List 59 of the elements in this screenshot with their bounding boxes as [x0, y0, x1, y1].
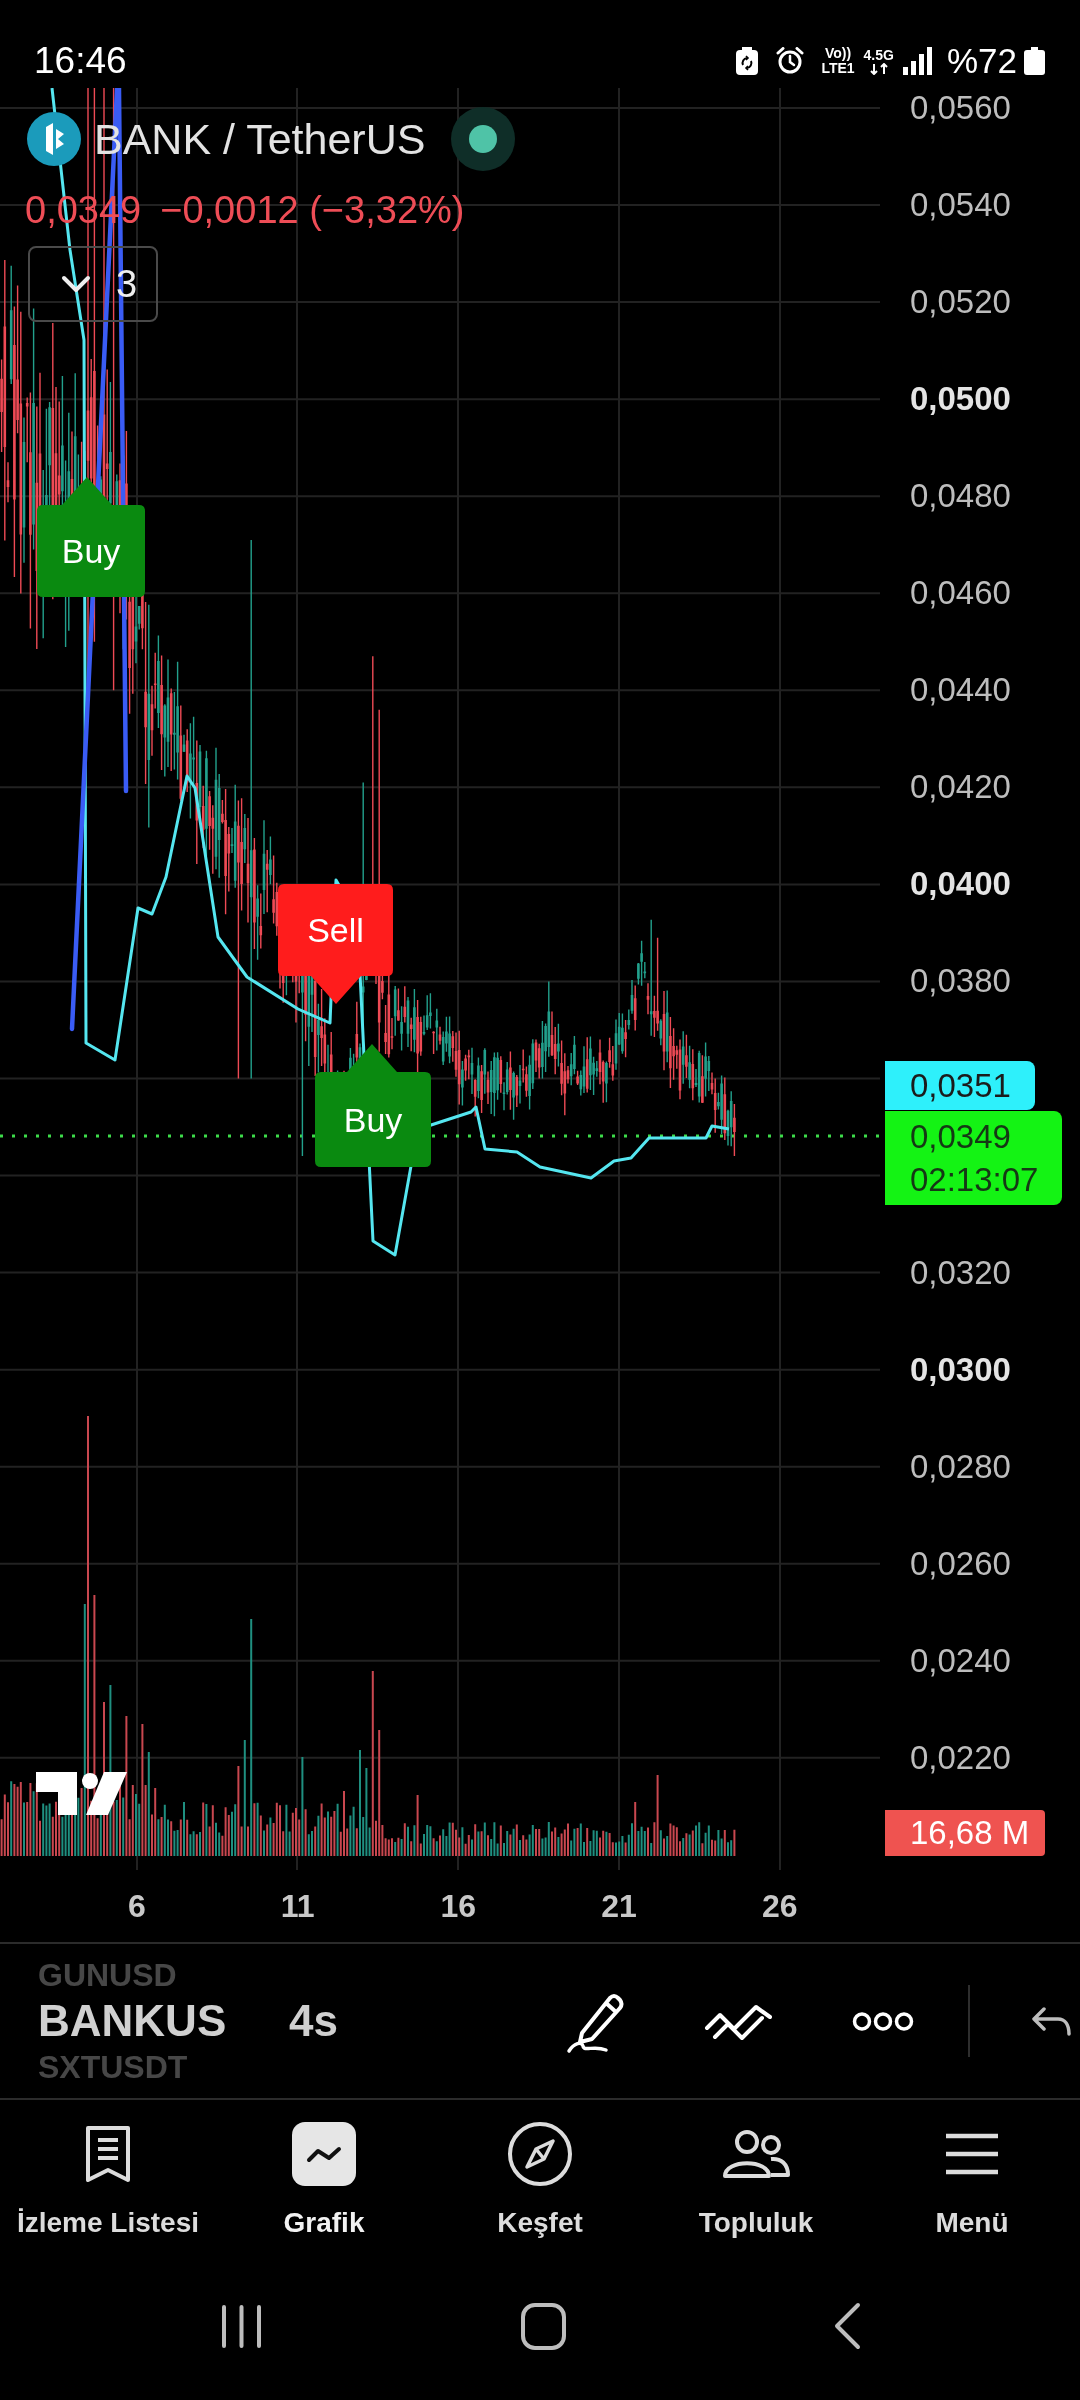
- network-type-label: 4.5G: [863, 47, 894, 63]
- nav-tab[interactable]: Menü: [864, 2100, 1080, 2241]
- volume-tag: 16,68 M: [885, 1809, 1046, 1856]
- last-price-value: 0,0349: [910, 1116, 1012, 1157]
- interval-button[interactable]: 4s: [289, 1993, 338, 2049]
- time-label: 6: [128, 1888, 146, 1924]
- menu-icon: [944, 2132, 1000, 2176]
- volte-label: Vo)): [824, 46, 852, 61]
- time-label: 16: [440, 1888, 477, 1924]
- battery-saver-icon: [735, 47, 760, 75]
- status-time: 16:46: [34, 41, 127, 81]
- battery-icon: [1024, 47, 1045, 75]
- alarm-icon: [776, 47, 805, 75]
- price-label: 0,0440: [910, 670, 1011, 711]
- compass-icon: [507, 2121, 573, 2187]
- price-label: 0,0460: [910, 573, 1011, 614]
- price-label: 0,0520: [910, 282, 1011, 323]
- battery-percent: %72: [946, 41, 1017, 81]
- price-label: 0,0320: [910, 1252, 1011, 1293]
- price-label: 0,0540: [910, 185, 1011, 226]
- price-label: 0,0480: [910, 476, 1011, 517]
- price-label: 0,0260: [910, 1543, 1011, 1584]
- sell-signal: Sell: [278, 884, 393, 1004]
- price-label: 0,0560: [910, 88, 1011, 128]
- price-label: 0,0240: [910, 1640, 1011, 1681]
- price-change: −0,0012 (−3,32%): [160, 190, 465, 230]
- price-label: 0,0220: [910, 1737, 1011, 1778]
- price-tag: 0,0351: [885, 1060, 1035, 1110]
- more-icon[interactable]: [851, 2010, 914, 2032]
- price-label: 0,0500: [910, 379, 1011, 420]
- lte-label: LTE1: [821, 61, 855, 76]
- buy-signal: Buy: [315, 1044, 431, 1167]
- buy-signal: Buy: [37, 477, 145, 597]
- data-arrows-icon: [868, 62, 889, 75]
- signal-icon: [902, 47, 932, 75]
- bookmark-list-icon: [84, 2124, 132, 2184]
- chart-icon: [292, 2122, 356, 2186]
- logo-icon: [36, 1772, 127, 1815]
- back-icon[interactable]: [833, 2302, 861, 2350]
- nav-tab[interactable]: İzleme Listesi: [0, 2100, 216, 2241]
- nav-tab[interactable]: Keşfet: [432, 2100, 648, 2241]
- countdown-timer: 02:13:07: [910, 1159, 1039, 1200]
- time-label: 26: [761, 1888, 798, 1924]
- nav-tab[interactable]: Topluluk: [648, 2100, 864, 2241]
- home-icon[interactable]: [521, 2302, 566, 2350]
- price-label: 0,0280: [910, 1446, 1011, 1487]
- time-label: 21: [601, 1888, 637, 1924]
- recent-apps-icon[interactable]: [220, 2303, 263, 2349]
- token-logo-icon: [27, 112, 81, 166]
- people-icon: [721, 2129, 791, 2179]
- symbol-option[interactable]: BANKUS: [38, 1993, 227, 2049]
- chevron-down-icon: [61, 275, 91, 293]
- time-label: 11: [280, 1888, 315, 1924]
- price-label: 0,0400: [910, 864, 1011, 905]
- nav-tab[interactable]: Grafik: [216, 2100, 432, 2241]
- price-label: 0,0420: [910, 767, 1011, 808]
- price-label: 0,0380: [910, 961, 1011, 1002]
- price-label: 0,0300: [910, 1349, 1011, 1390]
- undo-icon[interactable]: [1030, 2005, 1072, 2037]
